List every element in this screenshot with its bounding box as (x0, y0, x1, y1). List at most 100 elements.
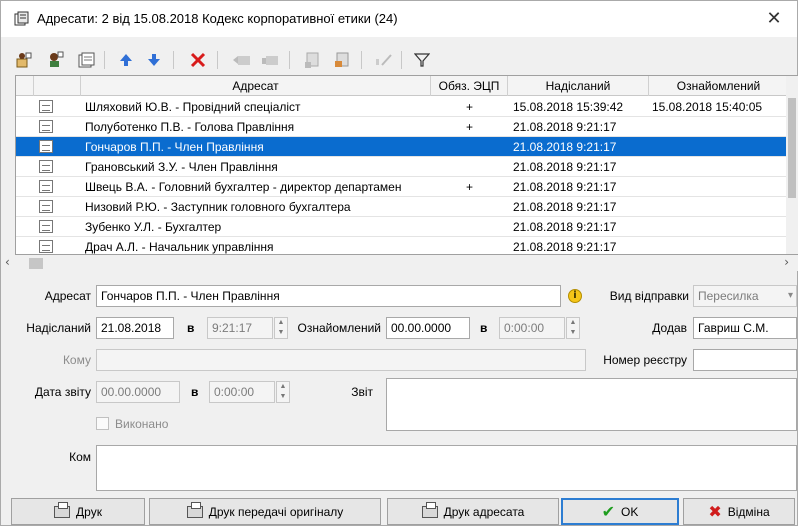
scroll-right-icon[interactable]: › (784, 255, 789, 269)
document-icon (39, 140, 53, 153)
table-row[interactable]: Шляховий Ю.В. - Провідний спеціаліст +15.… (16, 97, 798, 117)
send-type-value: Пересилка (698, 289, 759, 303)
vertical-scrollbar[interactable] (786, 76, 798, 254)
cell-addressee: Грановський З.У. - Член Правління (85, 160, 278, 174)
print-addressee-button[interactable]: Друк адресата (387, 498, 559, 525)
done-checkbox[interactable] (96, 417, 109, 430)
send-type-label: Вид відправки (609, 289, 689, 303)
printer-icon (54, 501, 71, 518)
info-icon[interactable]: i (568, 289, 582, 303)
header-read[interactable]: Ознайомлений (649, 76, 789, 96)
table-row[interactable]: Зубенко У.Л. - Бухгалтер 21.08.2018 9:21:… (16, 217, 798, 237)
toolbar (1, 41, 797, 75)
cell-read (652, 117, 788, 137)
filter-icon[interactable] (411, 49, 433, 71)
add-list-icon[interactable] (75, 49, 97, 71)
cell-addressee: Шляховий Ю.В. - Провідний спеціаліст (85, 100, 301, 114)
move-down-icon[interactable] (143, 49, 165, 71)
report-label: Звіт (351, 385, 373, 399)
close-icon[interactable]: ✕ (759, 6, 789, 32)
header-indicator (16, 76, 34, 96)
table-row[interactable]: Драч А.Л. - Начальник управління 21.08.20… (16, 237, 798, 254)
addressees-table[interactable]: Адресат Обяз. ЭЦП Надісланий Ознайомлени… (15, 75, 798, 255)
added-field[interactable]: Гавриш С.М. (693, 317, 797, 339)
send-icon[interactable] (231, 49, 253, 71)
read-date-field[interactable]: 00.00.0000 (386, 317, 470, 339)
cell-read: 15.08.2018 15:40:05 (652, 100, 763, 114)
add-group-icon[interactable] (45, 49, 67, 71)
comment-label: Ком (69, 450, 91, 464)
chevron-down-icon: ▾ (787, 290, 793, 301)
printer-icon (421, 501, 438, 518)
scroll-thumb[interactable] (788, 98, 796, 198)
report-time-stepper[interactable]: ▲ ▼ (276, 381, 290, 403)
toolbar-separator (361, 51, 362, 69)
document-icon (39, 200, 53, 213)
scroll-left-icon[interactable]: ‹ (5, 255, 10, 269)
move-up-icon[interactable] (115, 49, 137, 71)
comment-textarea[interactable] (96, 445, 797, 491)
ok-label: OK (621, 504, 639, 519)
registry-field[interactable] (693, 349, 797, 371)
to-label: Кому (62, 353, 91, 367)
horizontal-scrollbar[interactable]: ‹ › (1, 255, 798, 271)
toolbar-separator (401, 51, 402, 69)
header-ecp[interactable]: Обяз. ЭЦП (431, 76, 508, 96)
cell-ecp (431, 157, 508, 177)
title-bar: Адресати: 2 від 15.08.2018 Кодекс корпор… (1, 1, 797, 37)
read-time-field[interactable]: 0:00:00 (499, 317, 565, 339)
cell-read (652, 197, 788, 217)
header-type[interactable] (34, 76, 81, 96)
print-addressee-label: Друк адресата (443, 504, 525, 519)
document-icon (39, 100, 53, 113)
to-field[interactable] (96, 349, 586, 371)
sent-time-stepper[interactable]: ▲ ▼ (274, 317, 288, 339)
report-time-field[interactable]: 0:00:00 (209, 381, 275, 403)
cell-read (652, 157, 788, 177)
delete-icon[interactable] (187, 49, 209, 71)
cell-ecp (431, 237, 508, 254)
print-label: Друк (76, 504, 102, 519)
header-sent[interactable]: Надісланий (508, 76, 649, 96)
header-addressee[interactable]: Адресат (81, 76, 431, 96)
report-textarea[interactable] (386, 378, 797, 431)
document-icon (39, 160, 53, 173)
sent-time-field[interactable]: 9:21:17 (207, 317, 273, 339)
cell-addressee: Гончаров П.П. - Член Правління (85, 140, 264, 154)
print-transfer-button[interactable]: Друк передачі оригіналу (149, 498, 381, 525)
cell-ecp: + (465, 180, 473, 194)
table-row[interactable]: Гончаров П.П. - Член Правління 21.08.2018… (16, 137, 798, 157)
cell-sent: 21.08.2018 9:21:17 (513, 180, 617, 194)
printer-icon (186, 501, 203, 518)
ok-button[interactable]: ✔ OK (561, 498, 679, 525)
table-row[interactable]: Швець В.А. - Головний бухгалтер - директ… (16, 177, 798, 197)
read-time-stepper[interactable]: ▲ ▼ (566, 317, 580, 339)
scroll-thumb[interactable] (29, 258, 43, 269)
toolbar-separator (173, 51, 174, 69)
approve-icon[interactable] (373, 49, 395, 71)
send-all-icon[interactable] (259, 49, 281, 71)
cell-ecp: + (465, 100, 473, 114)
cancel-button[interactable]: ✖ Відміна (683, 498, 795, 525)
add-addressee-icon[interactable] (13, 49, 35, 71)
document-icon (39, 220, 53, 233)
cell-addressee: Швець В.А. - Головний бухгалтер - директ… (85, 180, 402, 194)
document-icon[interactable] (331, 49, 353, 71)
cell-read (652, 217, 788, 237)
addressee-field[interactable]: Гончаров П.П. - Член Правління (96, 285, 561, 307)
table-row[interactable]: Грановський З.У. - Член Правління 21.08.2… (16, 157, 798, 177)
sign-icon[interactable] (301, 49, 323, 71)
report-date-field[interactable]: 00.00.0000 (96, 381, 180, 403)
print-button[interactable]: Друк (11, 498, 145, 525)
cell-read (652, 237, 788, 254)
report-in-label: в (191, 385, 199, 399)
sent-in-label: в (187, 321, 195, 335)
send-type-select[interactable]: Пересилка ▾ (693, 285, 797, 307)
table-row[interactable]: Полуботенко П.В. - Голова Правління +21.0… (16, 117, 798, 137)
sent-date-field[interactable]: 21.08.2018 (96, 317, 174, 339)
app-icon (14, 11, 29, 26)
cell-addressee: Зубенко У.Л. - Бухгалтер (85, 220, 222, 234)
cell-read (652, 137, 788, 157)
cell-ecp (431, 217, 508, 237)
table-row[interactable]: Низовий Р.Ю. - Заступник головного бухга… (16, 197, 798, 217)
